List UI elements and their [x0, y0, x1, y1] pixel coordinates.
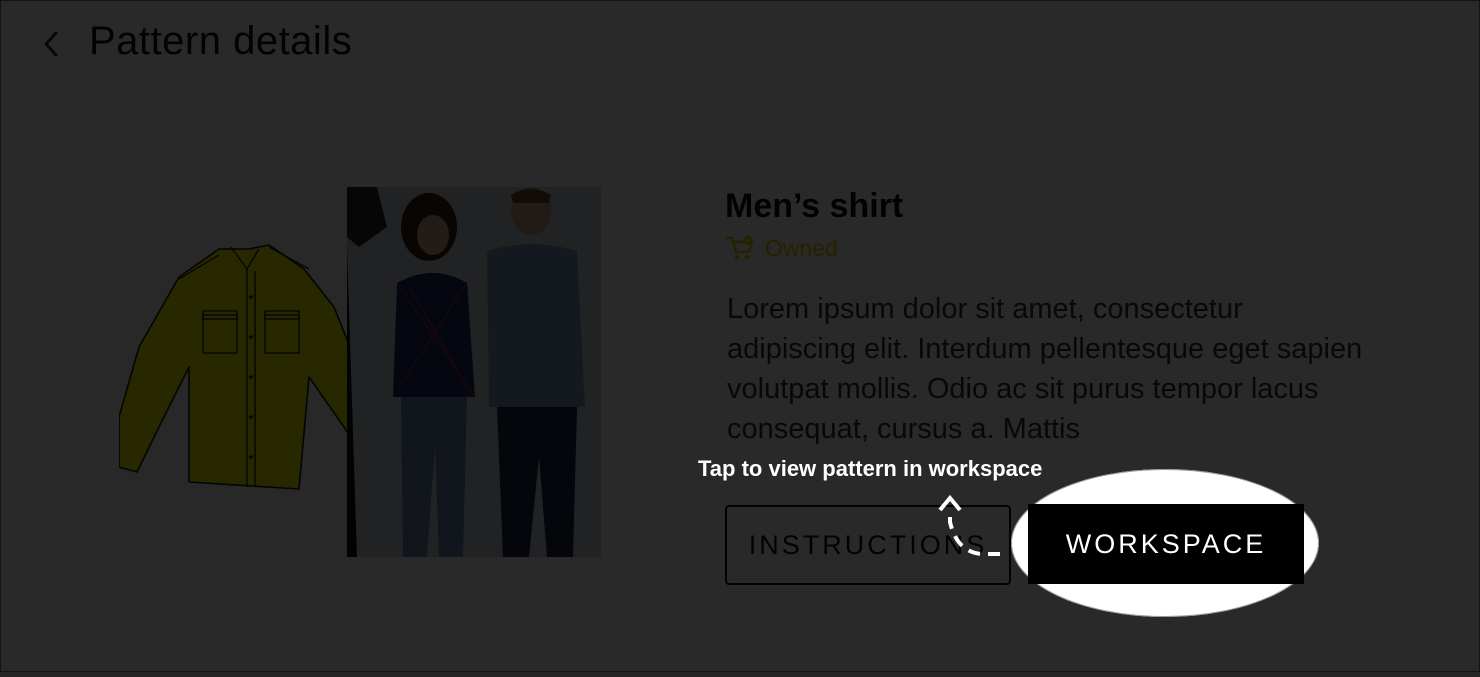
page-title: Pattern details: [89, 19, 353, 63]
chevron-left-icon: [44, 31, 58, 57]
workspace-button[interactable]: WORKSPACE: [1028, 504, 1304, 584]
back-button[interactable]: [37, 25, 67, 63]
coachmark-text: Tap to view pattern in workspace: [698, 456, 1043, 481]
cart-check-icon: [725, 235, 754, 260]
product-name: Men’s shirt: [725, 187, 904, 225]
product-description: Lorem ipsum dolor sit amet, consectetur …: [727, 293, 1363, 445]
dashed-curved-arrow-icon: [938, 494, 1000, 557]
product-media: [119, 187, 601, 557]
status-badge: Owned: [725, 233, 838, 263]
models-photo: [347, 187, 601, 557]
header: Pattern details: [1, 1, 1479, 87]
status-label: Owned: [765, 234, 838, 261]
